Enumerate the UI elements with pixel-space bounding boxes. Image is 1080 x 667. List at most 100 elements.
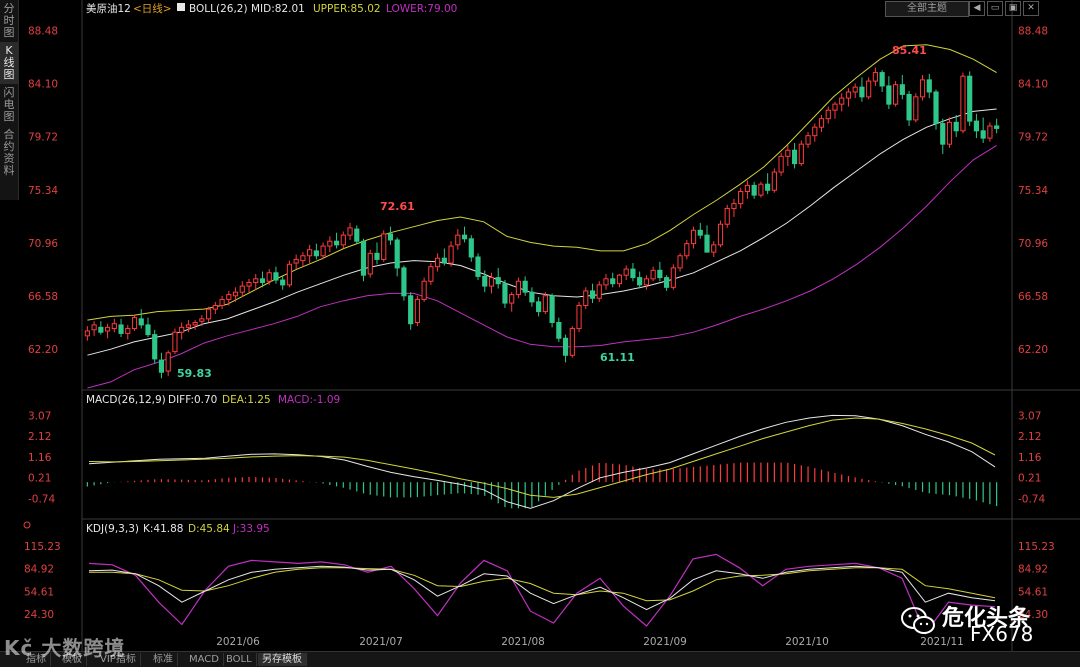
candle-down: [940, 123, 946, 145]
candle-down: [859, 86, 865, 98]
candle-up: [778, 155, 784, 173]
candle-down: [374, 252, 380, 260]
price-tick-left: 75.34: [28, 185, 58, 197]
price-tick-left: 70.96: [28, 238, 58, 250]
boll-lower-line: [87, 144, 997, 389]
macd-dea-line: [88, 417, 996, 498]
boll-checkbox[interactable]: [177, 3, 185, 11]
candle-up: [293, 258, 299, 264]
candle-up: [893, 84, 899, 105]
boll-lower-value: LOWER:79.00: [386, 3, 457, 15]
candle-down: [879, 72, 885, 87]
candle-up: [744, 184, 751, 192]
boll-mid-value: MID:82.01: [251, 3, 305, 15]
macd-tick-left: 0.21: [28, 473, 51, 485]
candle-down: [475, 256, 481, 277]
bottom-tab-3[interactable]: 标准: [149, 653, 178, 666]
date-tick: 2021/06: [216, 636, 260, 648]
chart-canvas[interactable]: 88.48 88.48 84.10 84.10 79.72 79.72 75.34 75.34…: [0, 0, 1080, 651]
candle-up: [307, 249, 313, 257]
candle-up: [603, 278, 609, 286]
candle-up: [805, 135, 811, 145]
macd-tick-right: 3.07: [1018, 410, 1041, 422]
price-tick-right: 66.58: [1018, 291, 1048, 303]
maximize-icon[interactable]: ▣: [1005, 1, 1021, 16]
candle-down: [333, 240, 340, 246]
macd-tick-left: -0.74: [28, 493, 55, 505]
candle-up: [253, 278, 259, 283]
candle-down: [926, 79, 932, 93]
candle-up: [185, 324, 191, 328]
candle-down: [158, 359, 165, 373]
candle-down: [441, 257, 447, 264]
boll-label: BOLL(26,2): [189, 3, 248, 15]
candle-down: [953, 121, 959, 132]
candle-up: [845, 91, 852, 99]
candle-up: [192, 321, 198, 326]
candle-up: [818, 118, 825, 128]
candle-up: [616, 274, 623, 285]
price-tick-left: 62.20: [28, 344, 58, 356]
kdj-d-value: D:45.84: [188, 523, 230, 535]
candle-up: [219, 298, 225, 307]
candle-down: [468, 238, 474, 258]
side-tab-2[interactable]: 闪电图: [0, 84, 18, 126]
candle-up: [381, 233, 387, 260]
candle-up: [832, 103, 838, 111]
candle-up: [125, 328, 131, 334]
bottom-tab-6[interactable]: 另存模板: [258, 653, 307, 666]
macd-macd-value: MACD:-1.09: [278, 394, 340, 406]
candle-up: [266, 272, 272, 282]
high-annotation-2: 85.41: [892, 44, 927, 57]
candle-up: [711, 244, 717, 253]
boll-mid-line: [87, 108, 997, 356]
bottom-tab-5[interactable]: BOLL: [222, 653, 257, 666]
high-annotation-1: 72.61: [380, 200, 415, 213]
side-tab-3[interactable]: 合约资料: [0, 126, 18, 180]
candle-down: [145, 324, 151, 336]
side-tab-1[interactable]: K线图: [0, 42, 18, 84]
candle-down: [980, 130, 986, 139]
candle-up: [771, 171, 777, 191]
candle-down: [973, 120, 980, 132]
prev-icon[interactable]: ◀: [969, 1, 985, 16]
side-tab-0[interactable]: 分时图: [0, 0, 18, 42]
candle-up: [812, 126, 818, 137]
low-annotation-2: 61.11: [600, 351, 635, 364]
candle-down: [495, 277, 501, 285]
bottom-tab-4[interactable]: MACD: [185, 653, 224, 666]
candle-down: [704, 234, 710, 253]
candle-up: [724, 207, 730, 225]
price-tick-left: 79.72: [28, 132, 58, 144]
candle-up: [455, 234, 461, 246]
candle-up: [825, 109, 831, 120]
candle-down: [562, 337, 569, 356]
candle-up: [414, 298, 420, 323]
candle-up: [206, 308, 212, 320]
candle-down: [259, 278, 266, 283]
candle-down: [313, 250, 319, 257]
candle-down: [906, 93, 912, 121]
kdj-tick-left: 54.61: [24, 586, 54, 598]
candle-up: [448, 245, 454, 264]
price-panel: 88.48 88.48 84.10 84.10 79.72 79.72 75.34 75.34…: [28, 25, 1048, 389]
price-tick-right: 70.96: [1018, 238, 1048, 250]
boll-upper-value: UPPER:85.02: [313, 3, 381, 15]
template-theme-button[interactable]: 全部主题: [885, 1, 969, 17]
low-annotation-1: 59.83: [177, 367, 212, 380]
candle-up: [488, 277, 495, 287]
kdj-tick-left: 24.30: [24, 609, 54, 621]
wechat-icon: [901, 607, 935, 634]
kdj-tick-right: 54.61: [1018, 586, 1048, 598]
restore-icon[interactable]: ▭: [987, 1, 1003, 16]
candle-up: [677, 255, 683, 269]
kdj-marker-icon: [23, 521, 31, 529]
close-icon[interactable]: ✕: [1023, 1, 1039, 16]
candle-up: [515, 280, 522, 296]
candle-down: [138, 318, 144, 326]
candle-up: [542, 295, 548, 313]
candle-down: [522, 280, 528, 293]
candle-up: [576, 305, 582, 330]
candle-up: [866, 80, 872, 98]
kdj-tick-right: 115.23: [1018, 541, 1055, 553]
